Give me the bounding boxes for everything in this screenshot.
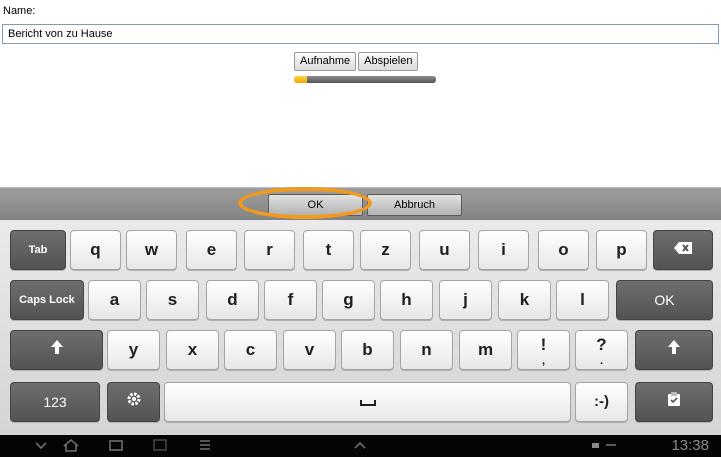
clipboard-key[interactable]: [635, 382, 713, 422]
key-s[interactable]: s: [146, 280, 199, 320]
key-q[interactable]: q: [70, 230, 121, 270]
key-p[interactable]: p: [596, 230, 647, 270]
key-j[interactable]: j: [439, 280, 492, 320]
key-k[interactable]: k: [498, 280, 551, 320]
key-w[interactable]: w: [126, 230, 177, 270]
screenshot-icon[interactable]: [152, 438, 168, 456]
shift-arrow-icon: [50, 331, 64, 369]
key-i[interactable]: i: [478, 230, 529, 270]
name-field[interactable]: Bericht von zu Hause: [2, 24, 719, 44]
caps-lock-key[interactable]: Caps Lock: [10, 280, 84, 320]
key-g[interactable]: g: [322, 280, 375, 320]
key-exclamation-label: !: [540, 335, 547, 354]
clipboard-icon: [666, 383, 682, 421]
key-comma-sublabel: ,: [541, 355, 546, 367]
smiley-key[interactable]: :-): [575, 382, 628, 422]
key-exclamation[interactable]: ! ,: [517, 330, 570, 370]
key-z[interactable]: z: [360, 230, 411, 270]
tab-key[interactable]: Tab: [10, 230, 66, 270]
chevron-down-icon[interactable]: [34, 438, 48, 456]
key-c[interactable]: c: [224, 330, 277, 370]
dialog-action-bar: OK Abbruch: [0, 187, 721, 220]
chevron-up-icon[interactable]: [353, 438, 367, 456]
notification-icons[interactable]: [592, 438, 622, 457]
space-bar[interactable]: [164, 382, 571, 422]
recording-progress-bar: [294, 76, 436, 83]
key-y[interactable]: y: [107, 330, 160, 370]
key-n[interactable]: n: [400, 330, 453, 370]
key-v[interactable]: v: [283, 330, 336, 370]
key-h[interactable]: h: [380, 280, 433, 320]
name-label: Name:: [3, 5, 36, 17]
key-d[interactable]: d: [206, 280, 259, 320]
key-x[interactable]: x: [166, 330, 219, 370]
menu-icon[interactable]: [198, 438, 212, 456]
settings-key[interactable]: [107, 382, 160, 422]
shift-key-right[interactable]: [635, 330, 713, 370]
key-r[interactable]: r: [244, 230, 295, 270]
key-t[interactable]: t: [303, 230, 354, 270]
record-controls: Aufnahme Abspielen: [294, 52, 419, 71]
backspace-key[interactable]: [653, 230, 713, 270]
progress-fill: [294, 76, 307, 83]
numbers-key[interactable]: 123: [10, 382, 100, 422]
key-m[interactable]: m: [459, 330, 512, 370]
key-u[interactable]: u: [419, 230, 470, 270]
key-period-sublabel: .: [599, 355, 604, 367]
play-button[interactable]: Abspielen: [358, 52, 419, 71]
key-a[interactable]: a: [88, 280, 141, 320]
key-o[interactable]: o: [538, 230, 589, 270]
ok-key[interactable]: OK: [616, 280, 713, 320]
system-navigation-bar: 13:38: [0, 435, 721, 457]
key-question-label: ?: [596, 335, 607, 354]
key-e[interactable]: e: [186, 230, 237, 270]
backspace-icon: [673, 231, 693, 269]
key-f[interactable]: f: [264, 280, 317, 320]
on-screen-keyboard: Tab q w e r t z u i o p Caps Lock a s d …: [0, 220, 721, 435]
cancel-button[interactable]: Abbruch: [367, 194, 462, 216]
shift-key-left[interactable]: [10, 330, 103, 370]
ok-button[interactable]: OK: [268, 194, 363, 216]
recent-apps-icon[interactable]: [108, 438, 124, 456]
status-clock: 13:38: [671, 437, 709, 454]
home-icon[interactable]: [62, 438, 80, 456]
key-b[interactable]: b: [341, 330, 394, 370]
record-button[interactable]: Aufnahme: [294, 52, 357, 71]
space-bar-icon: [359, 399, 376, 406]
gear-icon: [126, 383, 142, 421]
shift-arrow-icon: [667, 331, 681, 369]
key-l[interactable]: l: [556, 280, 609, 320]
key-question[interactable]: ? .: [575, 330, 628, 370]
